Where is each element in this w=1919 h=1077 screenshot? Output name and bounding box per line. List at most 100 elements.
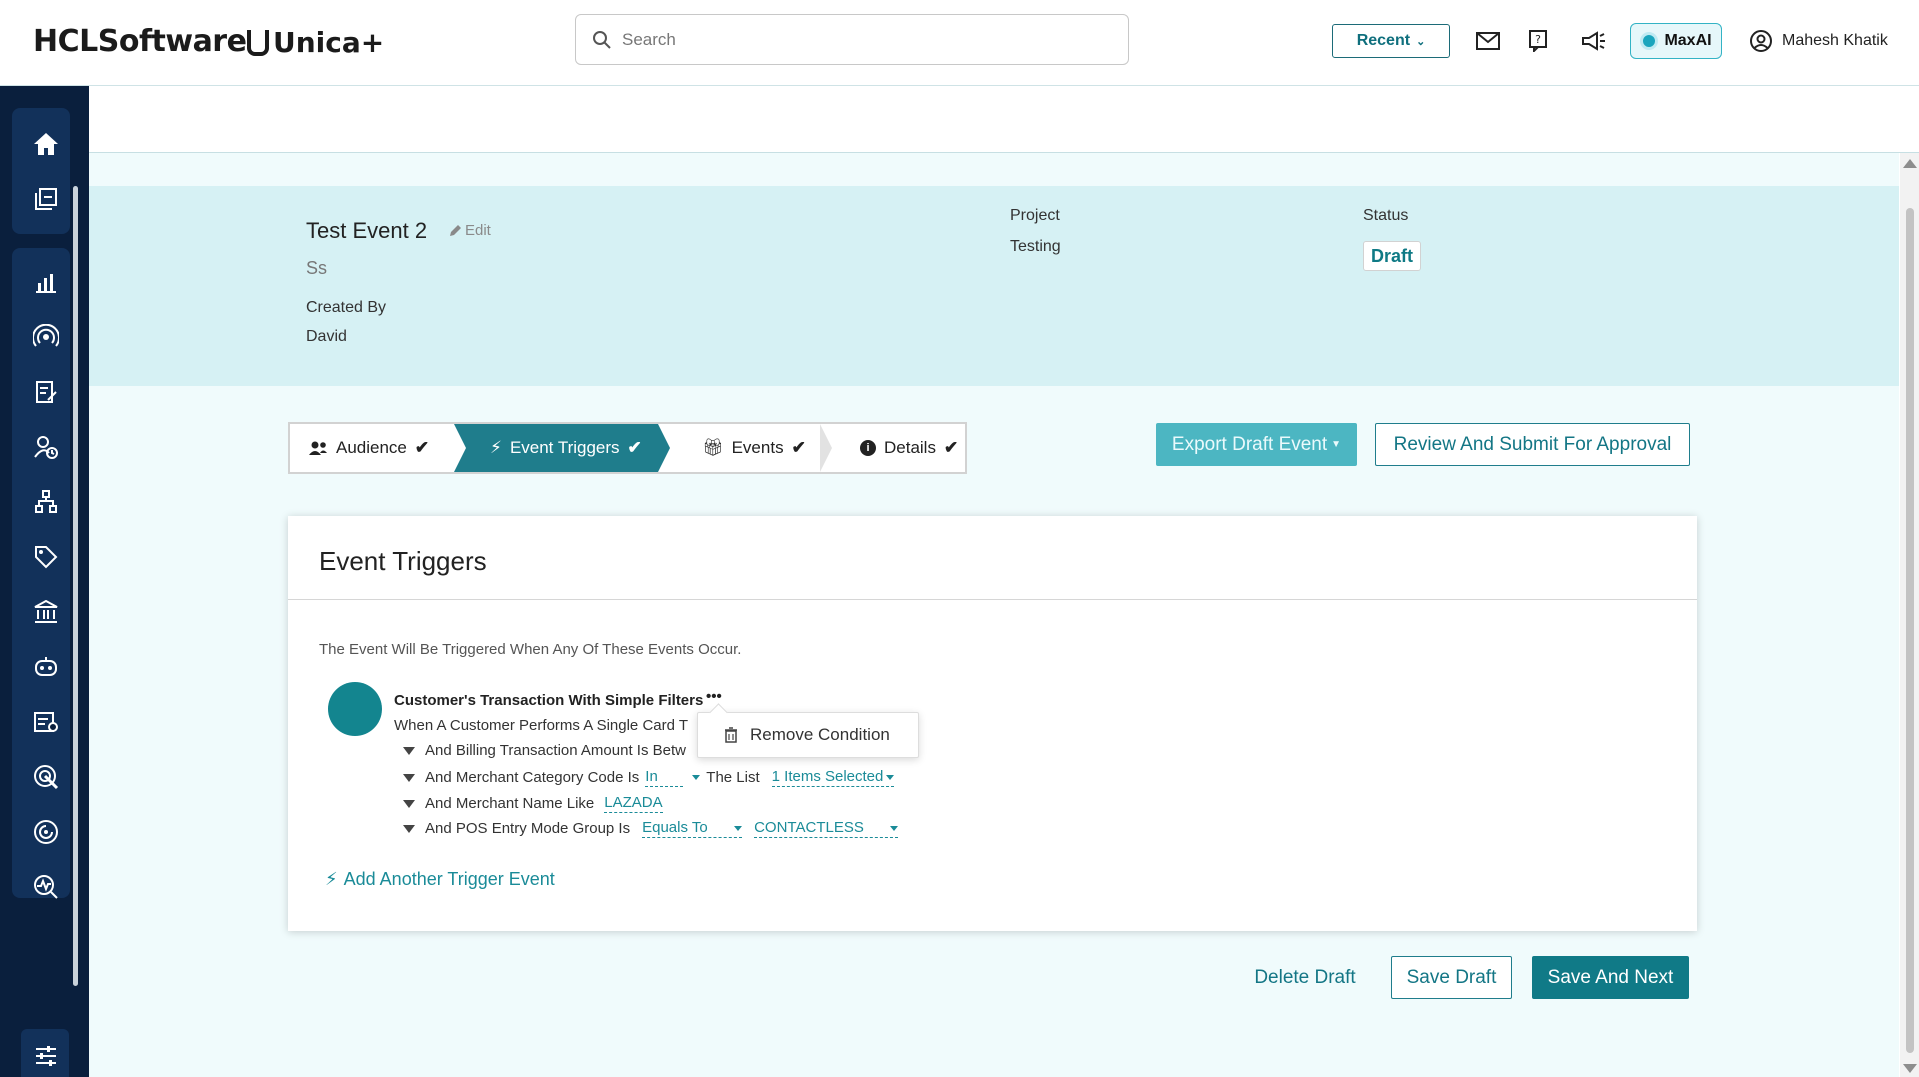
unica-icon bbox=[247, 29, 269, 56]
remove-condition-label: Remove Condition bbox=[750, 725, 890, 744]
insights-icon[interactable] bbox=[28, 869, 64, 905]
items-select[interactable]: 1 Items Selected bbox=[771, 768, 895, 787]
user-name: Mahesh Khatik bbox=[1782, 32, 1888, 49]
step-event-triggers[interactable]: ⚡︎ Event Triggers ✔ bbox=[454, 424, 658, 472]
goals-icon[interactable] bbox=[28, 814, 64, 850]
trigger-avatar bbox=[328, 682, 382, 736]
user-menu[interactable]: Mahesh Khatik bbox=[1750, 30, 1888, 52]
add-trigger-label: Add Another Trigger Event bbox=[343, 869, 555, 889]
caret-down-icon bbox=[890, 826, 899, 831]
user-icon bbox=[1750, 30, 1772, 52]
brand-logo[interactable]: HCLSoftware bbox=[33, 24, 247, 59]
select-value: CONTACTLESS bbox=[754, 819, 864, 836]
operator-select[interactable]: Equals To bbox=[642, 819, 743, 838]
edit-link[interactable]: Edit bbox=[449, 222, 491, 239]
search-input[interactable] bbox=[622, 29, 1102, 50]
top-header: HCLSoftware Unica+ Recent ⌄ ? MaxAI Mahe… bbox=[0, 0, 1919, 86]
card-header: Event Triggers bbox=[288, 516, 1697, 600]
scroll-down-arrow[interactable] bbox=[1903, 1064, 1917, 1073]
operator-select[interactable]: In bbox=[645, 768, 684, 787]
bank-icon[interactable] bbox=[28, 594, 64, 630]
search-box[interactable] bbox=[575, 14, 1129, 65]
edit-label: Edit bbox=[465, 222, 491, 239]
broadcast-icon[interactable] bbox=[28, 319, 64, 355]
campaigns-icon[interactable] bbox=[28, 181, 64, 217]
scroll-thumb[interactable] bbox=[1906, 208, 1914, 1053]
step-events[interactable]: 🎁︎ Events ✔ bbox=[670, 424, 820, 472]
status-badge: Draft bbox=[1363, 241, 1421, 271]
filter-icon bbox=[403, 773, 415, 782]
mail-icon[interactable] bbox=[1475, 28, 1501, 54]
status-label: Status bbox=[1363, 207, 1409, 224]
check-icon: ✔ bbox=[791, 438, 806, 457]
export-draft-button[interactable]: Export Draft Event ▼ bbox=[1156, 423, 1357, 466]
step-divider bbox=[658, 424, 670, 472]
filter-icon bbox=[403, 824, 415, 833]
hierarchy-icon[interactable] bbox=[28, 484, 64, 520]
condition-row: And Billing Transaction Amount Is Betw bbox=[403, 742, 686, 759]
remove-condition-menu[interactable]: Remove Condition bbox=[697, 712, 919, 758]
add-trigger-link[interactable]: ⚡︎ Add Another Trigger Event bbox=[325, 869, 555, 890]
sidebar-scrollbar[interactable] bbox=[73, 186, 78, 986]
review-submit-button[interactable]: Review And Submit For Approval bbox=[1375, 423, 1690, 466]
caret-down-icon bbox=[886, 774, 895, 780]
merchant-name-input[interactable]: LAZADA bbox=[604, 794, 663, 813]
check-icon: ✔ bbox=[943, 438, 959, 457]
filter-icon bbox=[403, 799, 415, 808]
maxai-button[interactable]: MaxAI bbox=[1630, 23, 1722, 59]
check-icon: ✔ bbox=[414, 438, 430, 457]
offers-icon[interactable] bbox=[28, 539, 64, 575]
export-label: Export Draft Event bbox=[1171, 433, 1328, 455]
step-label: Audience bbox=[336, 438, 407, 457]
page-scrollbar[interactable] bbox=[1900, 153, 1919, 1077]
save-and-next-button[interactable]: Save And Next bbox=[1532, 956, 1689, 999]
top-strip bbox=[89, 87, 1919, 153]
more-options-icon[interactable]: ••• bbox=[706, 688, 722, 705]
save-draft-button[interactable]: Save Draft bbox=[1391, 956, 1512, 999]
maxai-label: MaxAI bbox=[1664, 32, 1712, 49]
users-icon bbox=[309, 441, 327, 455]
condition-row: And Merchant Category Code Is In The Lis… bbox=[403, 768, 895, 787]
project-value: Testing bbox=[1010, 238, 1061, 255]
created-by-label: Created By bbox=[306, 299, 387, 316]
audience-icon[interactable] bbox=[28, 429, 64, 465]
reports-icon[interactable] bbox=[28, 704, 64, 740]
target-icon[interactable] bbox=[28, 759, 64, 795]
analytics-icon[interactable] bbox=[28, 264, 64, 300]
trigger-name: Customer's Transaction With Simple Filte… bbox=[394, 692, 704, 709]
announcement-icon[interactable] bbox=[1581, 28, 1607, 54]
search-icon bbox=[593, 30, 611, 49]
trash-icon bbox=[725, 727, 737, 743]
step-details[interactable]: i Details ✔ bbox=[832, 424, 965, 472]
condition-mid-text: The List bbox=[706, 769, 760, 786]
step-audience[interactable]: Audience ✔ bbox=[290, 424, 454, 472]
bolt-icon: ⚡︎ bbox=[325, 869, 338, 889]
delete-draft-button[interactable]: Delete Draft bbox=[1245, 956, 1365, 999]
check-icon: ✔ bbox=[627, 438, 642, 457]
chevron-down-icon: ⌄ bbox=[1416, 35, 1426, 48]
step-label: Events bbox=[731, 438, 784, 457]
created-by-value: David bbox=[306, 328, 347, 345]
caret-down-icon bbox=[692, 775, 701, 780]
pencil-icon bbox=[450, 225, 461, 236]
condition-text: And Merchant Name Like bbox=[425, 795, 595, 812]
value-select[interactable]: CONTACTLESS bbox=[754, 819, 899, 838]
home-icon[interactable] bbox=[28, 126, 64, 162]
maxai-icon bbox=[1640, 32, 1659, 50]
recent-button[interactable]: Recent ⌄ bbox=[1332, 24, 1450, 58]
product-name: Unica+ bbox=[273, 26, 385, 59]
bot-icon[interactable] bbox=[28, 649, 64, 685]
scroll-up-arrow[interactable] bbox=[1903, 159, 1917, 168]
caret-down-icon bbox=[734, 826, 743, 831]
condition-text: And POS Entry Mode Group Is bbox=[425, 820, 631, 837]
caret-down-icon: ▼ bbox=[1331, 439, 1342, 450]
operator-value: Equals To bbox=[642, 819, 708, 836]
forms-icon[interactable] bbox=[28, 374, 64, 410]
card-title: Event Triggers bbox=[319, 546, 487, 576]
event-summary bbox=[89, 186, 1899, 386]
step-divider bbox=[454, 424, 466, 472]
triggers-intro: The Event Will Be Triggered When Any Of … bbox=[319, 641, 742, 658]
step-divider bbox=[820, 424, 832, 472]
settings-icon[interactable] bbox=[28, 1038, 64, 1074]
help-icon[interactable]: ? bbox=[1525, 28, 1551, 54]
